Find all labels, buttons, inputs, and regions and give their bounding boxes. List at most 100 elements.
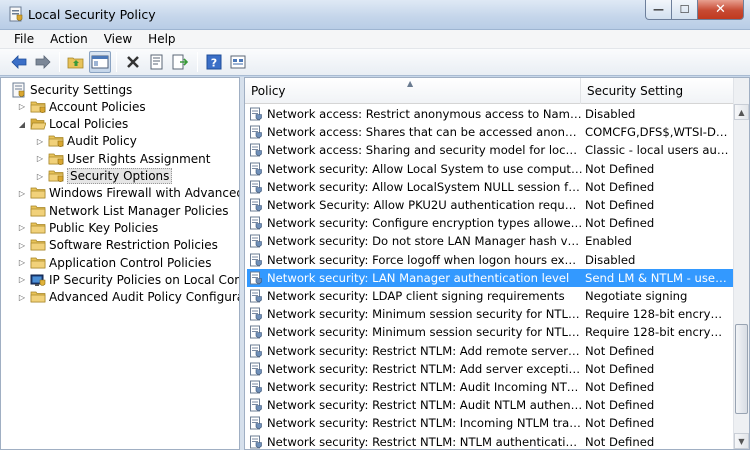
table-row[interactable]: Network security: Minimum session securi… bbox=[247, 323, 733, 341]
table-row[interactable]: Network access: Restrict anonymous acces… bbox=[247, 105, 733, 123]
expand-icon[interactable]: ▷ bbox=[17, 188, 27, 198]
folder-lock-icon bbox=[48, 136, 64, 148]
table-row[interactable]: Network security: Allow Local System to … bbox=[247, 160, 733, 178]
tree-item-public-key-policies[interactable]: ▷ Public Key Policies bbox=[17, 219, 158, 236]
menu-help[interactable]: Help bbox=[140, 32, 183, 46]
tree-item-security-options[interactable]: ▷ Security Options bbox=[35, 168, 173, 185]
policy-name: Network access: Sharing and security mod… bbox=[267, 143, 583, 158]
security-setting-value: Not Defined bbox=[585, 398, 655, 413]
expand-icon[interactable]: ▷ bbox=[17, 258, 27, 268]
table-row[interactable]: Network security: LAN Manager authentica… bbox=[247, 268, 733, 287]
tree-item-advanced-audit-policy-configuration[interactable]: ▷ Advanced Audit Policy Configuration bbox=[17, 289, 239, 306]
expand-icon[interactable]: ▷ bbox=[35, 154, 45, 164]
delete-button[interactable] bbox=[122, 51, 144, 73]
policy-setting-icon bbox=[250, 162, 262, 176]
table-row[interactable]: Network security: Allow LocalSystem NULL… bbox=[247, 178, 733, 196]
security-setting-value: Require 128-bit encryption bbox=[585, 325, 729, 340]
table-row[interactable]: Network access: Sharing and security mod… bbox=[247, 141, 733, 159]
expand-icon[interactable]: ▷ bbox=[17, 223, 27, 233]
scrollbar-thumb[interactable] bbox=[735, 324, 748, 414]
vertical-scrollbar[interactable]: ▲ ▼ bbox=[733, 78, 749, 449]
tree-label: Application Control Policies bbox=[49, 255, 212, 270]
menu-action[interactable]: Action bbox=[42, 32, 96, 46]
table-row[interactable]: Network security: Configure encryption t… bbox=[247, 214, 733, 232]
policy-name: Network Security: Allow PKU2U authentica… bbox=[267, 198, 583, 212]
toolbar: ? bbox=[0, 49, 750, 76]
back-button[interactable] bbox=[8, 51, 30, 73]
table-row[interactable]: Network security: Restrict NTLM: Audit N… bbox=[247, 396, 733, 414]
maximize-button[interactable]: ☐ bbox=[672, 0, 698, 20]
expand-icon[interactable]: ▷ bbox=[17, 275, 27, 285]
toolbar-separator bbox=[197, 52, 198, 72]
console-tree[interactable]: Security Settings ▷ Account Policies ◢ Loca… bbox=[0, 77, 240, 450]
expand-icon[interactable]: ▷ bbox=[17, 240, 27, 250]
tree-item-user-rights-assignment[interactable]: ▷ User Rights Assignment bbox=[35, 150, 211, 167]
menu-view[interactable]: View bbox=[96, 32, 140, 46]
security-setting-value: Disabled bbox=[585, 252, 636, 267]
policy-setting-icon bbox=[250, 325, 262, 339]
ip-security-icon bbox=[30, 274, 46, 286]
expand-icon[interactable]: ▷ bbox=[17, 102, 27, 112]
scroll-down-button[interactable]: ▼ bbox=[734, 433, 749, 449]
scroll-up-button[interactable]: ▲ bbox=[734, 104, 749, 120]
table-row[interactable]: Network security: Restrict NTLM: Add rem… bbox=[247, 342, 733, 360]
collapse-icon[interactable]: ◢ bbox=[17, 119, 27, 129]
expand-icon[interactable]: ▷ bbox=[35, 171, 45, 181]
show-tree-icon bbox=[91, 55, 109, 69]
table-row[interactable]: Network security: Force logoff when logo… bbox=[247, 251, 733, 269]
tree-item-windows-firewall-with-advanced-security[interactable]: ▷ Windows Firewall with Advanced Security bbox=[17, 185, 240, 202]
security-setting-value: Not Defined bbox=[585, 380, 655, 394]
tree-label: Windows Firewall with Advanced Security bbox=[49, 186, 240, 201]
close-button[interactable]: ✕ bbox=[698, 0, 744, 20]
tree-item-audit-policy[interactable]: ▷ Audit Policy bbox=[35, 133, 137, 150]
tree-item-ip-security-policies-on-local-computer[interactable]: ▷ IP Security Policies on Local Computer bbox=[17, 271, 239, 288]
properties-button[interactable] bbox=[146, 51, 168, 73]
tree-root-security-settings[interactable]: Security Settings bbox=[11, 81, 132, 98]
window-controls: — ☐ ✕ bbox=[645, 0, 744, 20]
folder-icon bbox=[30, 239, 46, 251]
tree-item-network-list-manager-policies[interactable]: Network List Manager Policies bbox=[17, 202, 229, 219]
security-setting-value: Not Defined bbox=[585, 343, 655, 358]
policy-setting-icon bbox=[250, 198, 262, 212]
table-row[interactable]: Network security: Restrict NTLM: Add ser… bbox=[247, 360, 733, 378]
security-setting-value: Not Defined bbox=[585, 416, 655, 431]
policy-name: Network security: Allow Local System to … bbox=[267, 161, 583, 176]
snapin-button[interactable] bbox=[227, 51, 249, 73]
table-row[interactable]: Network access: Shares that can be acces… bbox=[247, 123, 733, 141]
export-button[interactable] bbox=[170, 51, 192, 73]
security-setting-value: Enabled bbox=[585, 234, 632, 249]
table-row[interactable]: Network security: Restrict NTLM: Audit I… bbox=[247, 378, 733, 396]
table-row[interactable]: Network security: Restrict NTLM: NTLM au… bbox=[247, 433, 733, 449]
table-row[interactable]: Network security: LDAP client signing re… bbox=[247, 287, 733, 305]
table-row[interactable]: Network security: Minimum session securi… bbox=[247, 305, 733, 323]
policy-name: Network security: Allow LocalSystem NULL… bbox=[267, 179, 583, 194]
up-button[interactable] bbox=[65, 51, 87, 73]
policy-name: Network security: Minimum session securi… bbox=[267, 325, 583, 340]
title-bar: Local Security Policy — ☐ ✕ bbox=[0, 0, 750, 30]
column-header-security-setting[interactable]: Security Setting bbox=[581, 78, 735, 104]
expand-icon[interactable]: ▷ bbox=[17, 292, 27, 302]
tree-label: IP Security Policies on Local Computer bbox=[49, 272, 239, 287]
tree-item-local-policies[interactable]: ◢ Local Policies bbox=[17, 116, 128, 133]
folder-icon bbox=[30, 187, 46, 199]
policy-name: Network security: Restrict NTLM: Audit N… bbox=[267, 398, 583, 413]
minimize-button[interactable]: — bbox=[645, 0, 672, 20]
expand-icon[interactable]: ▷ bbox=[35, 136, 45, 146]
svg-text:?: ? bbox=[211, 57, 217, 70]
window-title: Local Security Policy bbox=[28, 7, 156, 22]
table-row[interactable]: Network security: Do not store LAN Manag… bbox=[247, 232, 733, 250]
policy-name: Network security: Restrict NTLM: Audit I… bbox=[267, 380, 583, 394]
help-button[interactable]: ? bbox=[203, 51, 225, 73]
tree-label: Software Restriction Policies bbox=[49, 238, 218, 253]
tree-item-software-restriction-policies[interactable]: ▷ Software Restriction Policies bbox=[17, 237, 218, 254]
tree-item-application-control-policies[interactable]: ▷ Application Control Policies bbox=[17, 254, 212, 271]
tree-label: Local Policies bbox=[49, 117, 129, 132]
table-row[interactable]: Network Security: Allow PKU2U authentica… bbox=[247, 196, 733, 214]
table-row[interactable]: Network security: Restrict NTLM: Incomin… bbox=[247, 414, 733, 432]
policy-name: Network security: Do not store LAN Manag… bbox=[267, 234, 583, 249]
tree-item-account-policies[interactable]: ▷ Account Policies bbox=[17, 98, 146, 115]
menu-file[interactable]: File bbox=[6, 32, 42, 46]
show-hide-tree-button[interactable] bbox=[89, 51, 111, 73]
policy-setting-icon bbox=[250, 344, 262, 358]
forward-button[interactable] bbox=[32, 51, 54, 73]
